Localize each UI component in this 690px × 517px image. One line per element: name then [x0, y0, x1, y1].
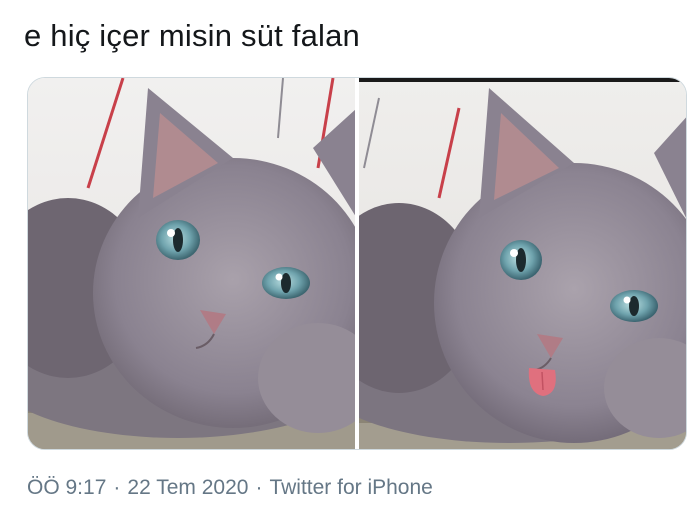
meta-separator: ·	[113, 476, 121, 499]
tweet-source[interactable]: Twitter for iPhone	[269, 476, 432, 499]
tweet-media-grid	[27, 77, 687, 450]
kitten-photo-image-1	[28, 78, 355, 449]
kitten-photo-image-2	[359, 78, 686, 449]
tweet-text: e hiç içer misin süt falan	[24, 18, 360, 53]
tweet-date[interactable]: 22 Tem 2020	[127, 476, 248, 499]
photo-kitten-1[interactable]	[28, 78, 355, 449]
meta-separator-2: ·	[255, 476, 263, 499]
tweet-time[interactable]: ÖÖ 9:17	[27, 476, 106, 499]
photo-kitten-2[interactable]	[359, 78, 686, 449]
tweet-metadata: ÖÖ 9:17 · 22 Tem 2020 · Twitter for iPhone	[27, 476, 433, 500]
